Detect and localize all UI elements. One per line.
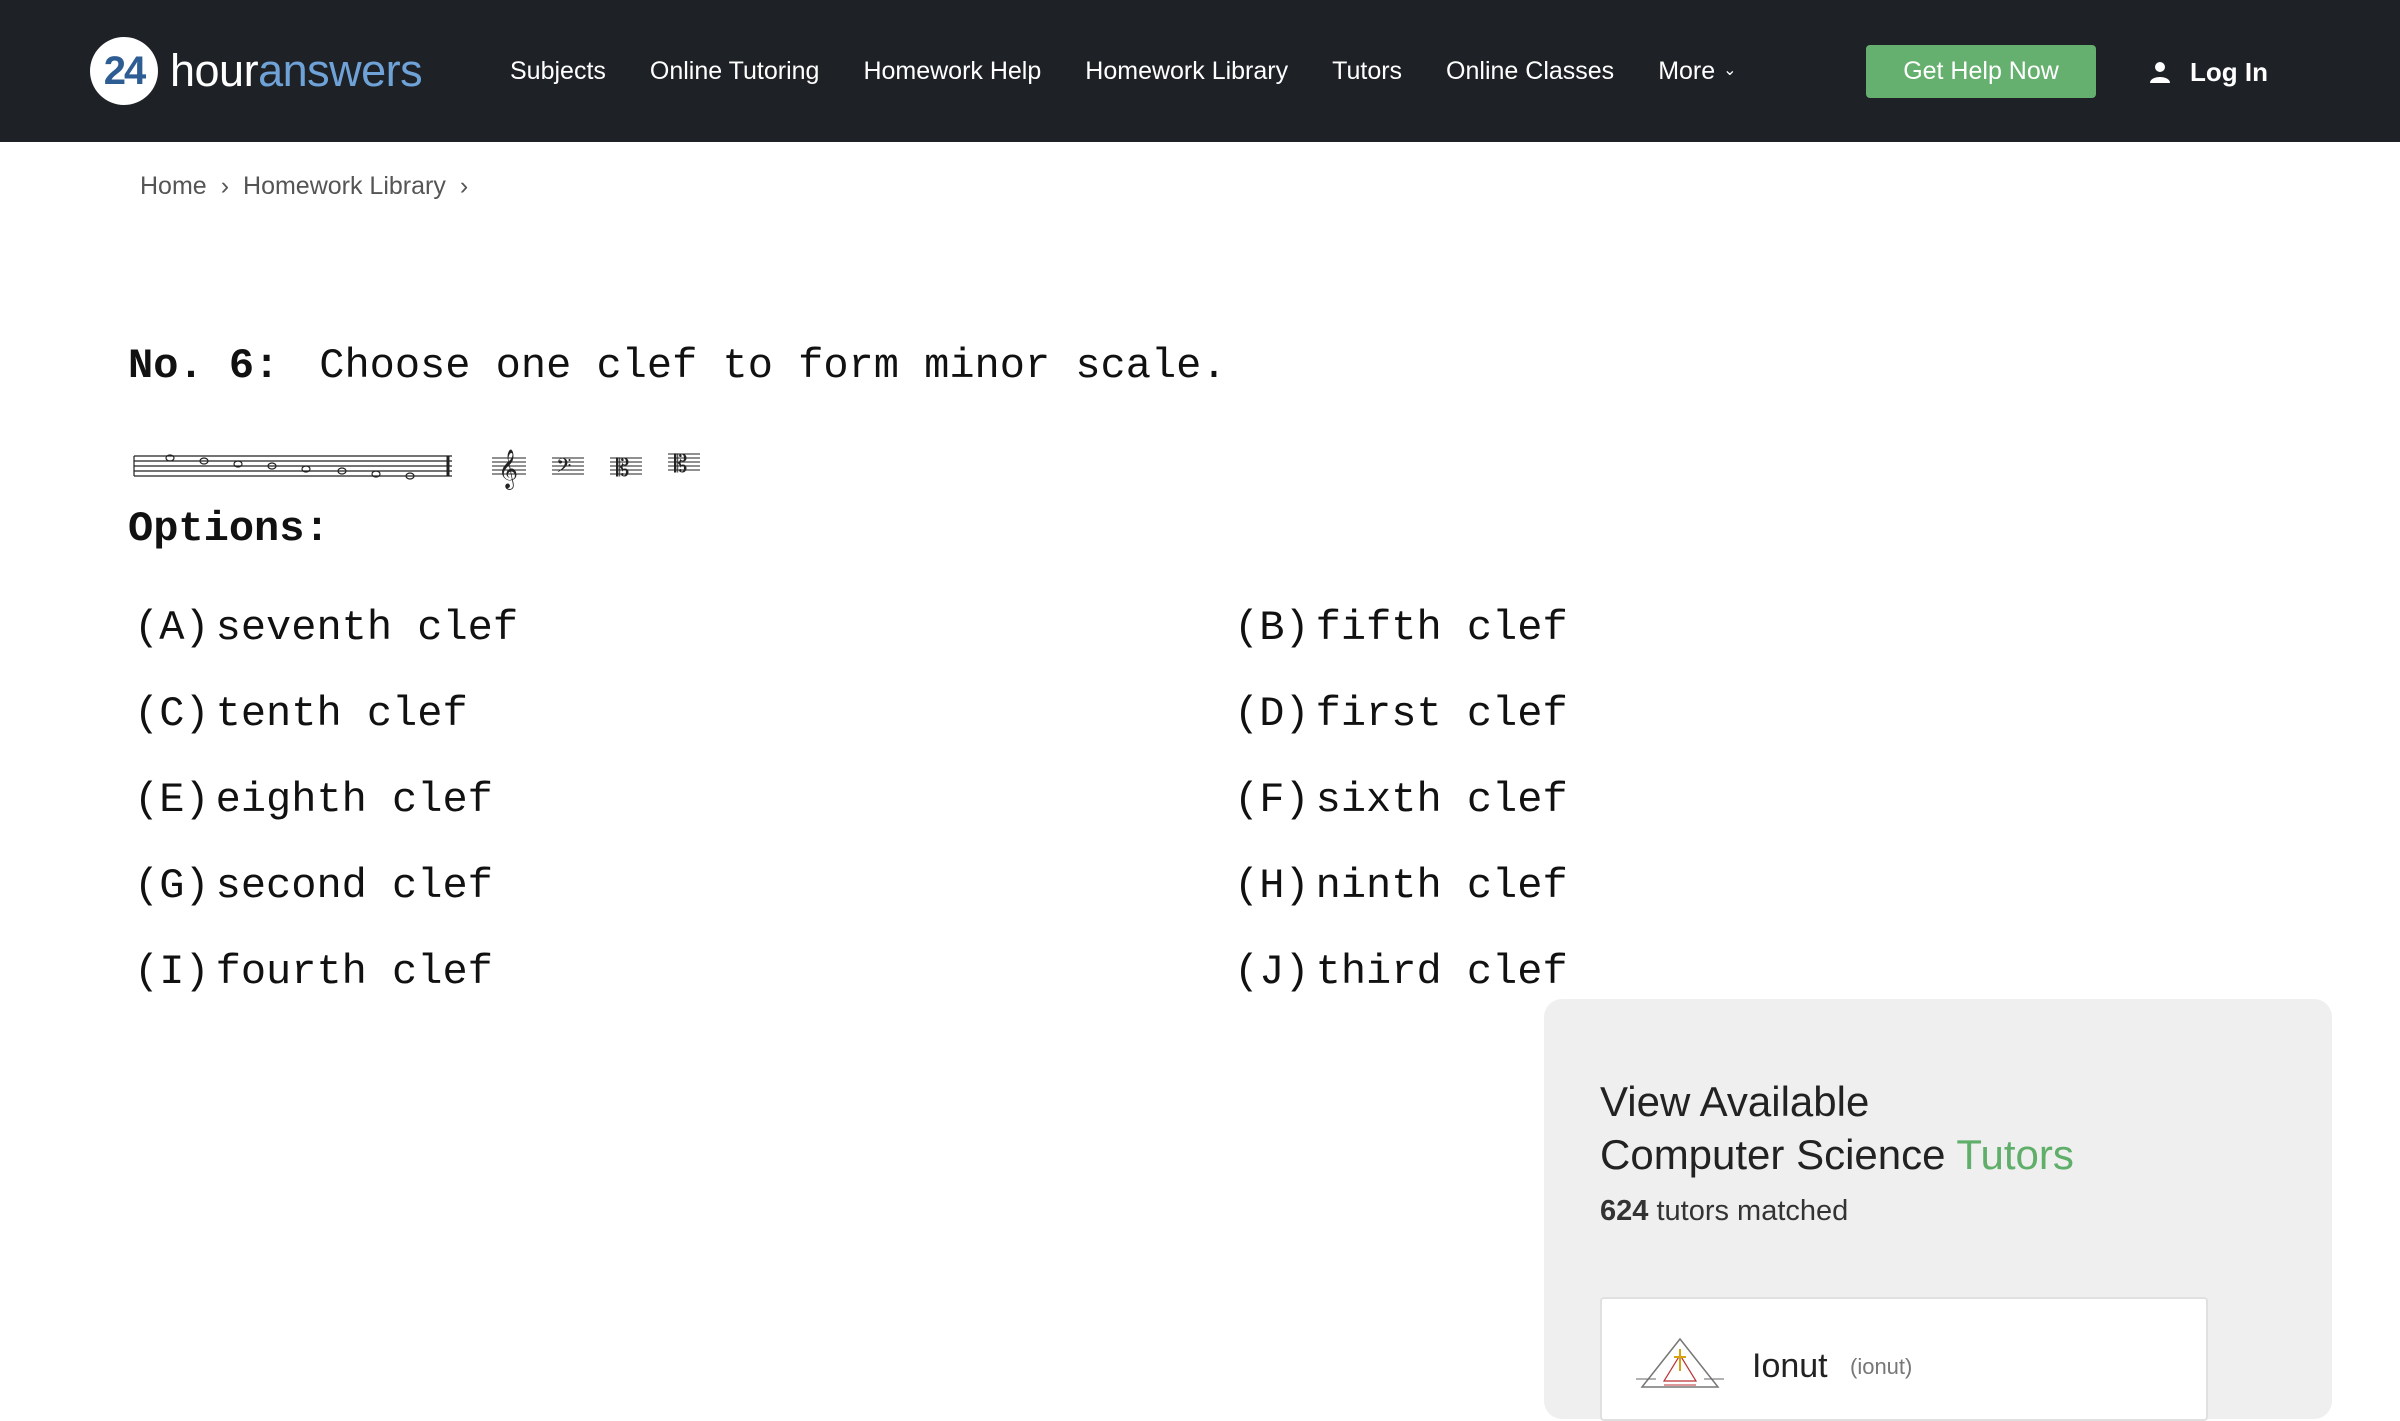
tutors-accent: Tutors xyxy=(1956,1131,2074,1178)
option-letter: (C) xyxy=(134,690,210,738)
option-letter: (H) xyxy=(1234,862,1310,910)
option-e[interactable]: (E) eighth clef xyxy=(134,776,493,824)
get-help-now-button[interactable]: Get Help Now xyxy=(1866,45,2096,98)
option-i[interactable]: (I) fourth clef xyxy=(134,948,493,996)
nav-subjects[interactable]: Subjects xyxy=(510,57,606,86)
option-letter: (J) xyxy=(1234,948,1310,996)
tenor-clef-icon: 𝄡 xyxy=(668,450,700,478)
logo-word-hour: hour xyxy=(170,45,259,96)
nav-online-classes[interactable]: Online Classes xyxy=(1446,57,1614,86)
question-heading: No. 6: Choose one clef to form minor scal… xyxy=(128,342,1227,390)
option-text: fifth clef xyxy=(1315,604,1568,652)
logo-badge: 24 xyxy=(90,37,158,105)
option-j[interactable]: (J) third clef xyxy=(1234,948,1568,996)
top-navigation-bar: 24 houranswers Subjects Online Tutoring … xyxy=(0,0,2400,142)
tutor-avatar xyxy=(1636,1337,1724,1388)
option-letter: (D) xyxy=(1234,690,1310,738)
site-logo[interactable]: 24 houranswers xyxy=(90,34,423,108)
tutor-handle: (ionut) xyxy=(1850,1354,1913,1379)
svg-text:𝄡: 𝄡 xyxy=(674,450,687,478)
option-text: first clef xyxy=(1315,690,1568,738)
svg-text:𝄡: 𝄡 xyxy=(616,454,629,482)
tutors-title-line2: Computer Science Tutors xyxy=(1600,1128,2074,1181)
option-b[interactable]: (B) fifth clef xyxy=(1234,604,1568,652)
tutors-panel: View Available Computer Science Tutors 6… xyxy=(1544,999,2332,1421)
bass-clef-icon: 𝄢 xyxy=(552,454,584,482)
option-letter: (B) xyxy=(1234,604,1310,652)
tutor-card[interactable]: Ionut (ionut) xyxy=(1600,1297,2208,1421)
tutors-matched-count: 624 tutors matched xyxy=(1600,1195,1848,1228)
option-letter: (A) xyxy=(134,604,210,652)
breadcrumb-home[interactable]: Home xyxy=(140,172,207,201)
tutors-count-suffix: tutors matched xyxy=(1656,1195,1849,1227)
tutors-subject: Computer Science xyxy=(1600,1131,1946,1178)
svg-text:𝄢: 𝄢 xyxy=(556,454,571,482)
user-icon xyxy=(2150,62,2170,83)
breadcrumb-separator: › xyxy=(459,172,469,200)
music-notation-image: 𝄞 𝄢 𝄡 𝄡 xyxy=(133,449,700,490)
tutors-panel-title: View Available Computer Science Tutors xyxy=(1600,1075,2074,1181)
tutor-name[interactable]: Ionut xyxy=(1752,1347,1828,1386)
option-g[interactable]: (G) second clef xyxy=(134,862,493,910)
breadcrumb: Home › Homework Library › xyxy=(140,172,482,201)
main-nav: Subjects Online Tutoring Homework Help H… xyxy=(510,0,1781,142)
option-letter: (E) xyxy=(134,776,210,824)
option-text: fourth clef xyxy=(215,948,493,996)
option-a[interactable]: (A) seventh clef xyxy=(134,604,518,652)
option-c[interactable]: (C) tenth clef xyxy=(134,690,468,738)
option-text: third clef xyxy=(1315,948,1568,996)
tutors-title-line1: View Available xyxy=(1600,1078,1870,1125)
treble-clef-icon: 𝄞 xyxy=(492,449,526,490)
option-text: sixth clef xyxy=(1315,776,1568,824)
nav-homework-help[interactable]: Homework Help xyxy=(863,57,1041,86)
chevron-down-icon: ⌄ xyxy=(1723,62,1737,79)
breadcrumb-separator: › xyxy=(220,172,230,200)
nav-homework-library[interactable]: Homework Library xyxy=(1085,57,1288,86)
logo-wordmark: houranswers xyxy=(170,45,423,97)
option-text: seventh clef xyxy=(215,604,519,652)
option-text: ninth clef xyxy=(1315,862,1568,910)
breadcrumb-homework-library[interactable]: Homework Library xyxy=(243,172,446,201)
option-letter: (I) xyxy=(134,948,210,996)
option-h[interactable]: (H) ninth clef xyxy=(1234,862,1568,910)
question-text: Choose one clef to form minor scale. xyxy=(319,342,1227,390)
question-number: No. 6: xyxy=(128,342,280,390)
options-title: Options: xyxy=(128,505,330,553)
option-text: second clef xyxy=(215,862,493,910)
svg-text:𝄞: 𝄞 xyxy=(498,449,518,490)
nav-online-tutoring[interactable]: Online Tutoring xyxy=(650,57,820,86)
option-f[interactable]: (F) sixth clef xyxy=(1234,776,1568,824)
staff-with-notes xyxy=(133,454,452,480)
alto-clef-icon: 𝄡 xyxy=(610,454,642,482)
nav-more-label: More xyxy=(1658,56,1716,85)
login-link[interactable]: Log In xyxy=(2148,52,2268,92)
option-text: eighth clef xyxy=(215,776,493,824)
tutors-count-number: 624 xyxy=(1600,1195,1649,1227)
option-letter: (G) xyxy=(134,862,210,910)
nav-tutors[interactable]: Tutors xyxy=(1332,57,1402,86)
logo-word-answers: answers xyxy=(258,45,423,96)
option-letter: (F) xyxy=(1234,776,1310,824)
option-text: tenth clef xyxy=(215,690,468,738)
option-d[interactable]: (D) first clef xyxy=(1234,690,1568,738)
nav-more-dropdown[interactable]: More ⌄ xyxy=(1658,57,1736,86)
login-label: Log In xyxy=(2190,56,2268,87)
